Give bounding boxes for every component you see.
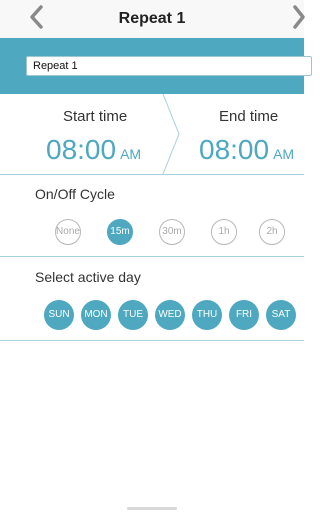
day-sun[interactable]: SUN (44, 300, 74, 330)
separator (0, 174, 304, 175)
cycle-option-none[interactable]: None (55, 219, 81, 245)
home-indicator (127, 507, 177, 510)
day-wed[interactable]: WED (155, 300, 185, 330)
chevron-left-icon (30, 5, 43, 29)
active-day-label: Select active day (35, 269, 141, 285)
repeat-schedule-screen: Repeat 1 Start time 08:00AM End time (0, 0, 312, 516)
day-mon[interactable]: MON (81, 300, 111, 330)
end-time-label: End time (219, 108, 279, 125)
schedule-name-input[interactable] (26, 56, 312, 76)
cycle-option-30m[interactable]: 30m (159, 219, 185, 245)
cycle-label: On/Off Cycle (35, 186, 115, 202)
cycle-option-15m[interactable]: 15m (107, 219, 133, 245)
page-title: Repeat 1 (118, 10, 186, 27)
start-time-label: Start time (63, 108, 128, 125)
end-time-ampm: AM (273, 146, 295, 162)
day-fri[interactable]: FRI (229, 300, 259, 330)
nav-bar: Repeat 1 (0, 0, 306, 38)
cycle-option-1h[interactable]: 1h (211, 219, 237, 245)
chevron-right-icon (293, 5, 305, 29)
start-time-ampm: AM (120, 146, 142, 162)
separator (0, 340, 304, 341)
day-thu[interactable]: THU (192, 300, 222, 330)
start-time-text: 08:00 (46, 134, 117, 165)
end-time-value: 08:00 AM (199, 134, 294, 166)
separator (0, 256, 304, 257)
day-sat[interactable]: SAT (266, 300, 296, 330)
start-time-value: 08:00 AM (46, 134, 141, 166)
back-button[interactable] (28, 5, 44, 29)
day-tue[interactable]: TUE (118, 300, 148, 330)
next-button[interactable] (292, 5, 306, 29)
schedule-name-band (0, 38, 312, 94)
time-range-row: Start time 08:00 AM End time 08:00 AM (0, 94, 304, 174)
cycle-option-2h[interactable]: 2h (259, 219, 285, 245)
end-time-text: 08:00 (199, 134, 270, 165)
